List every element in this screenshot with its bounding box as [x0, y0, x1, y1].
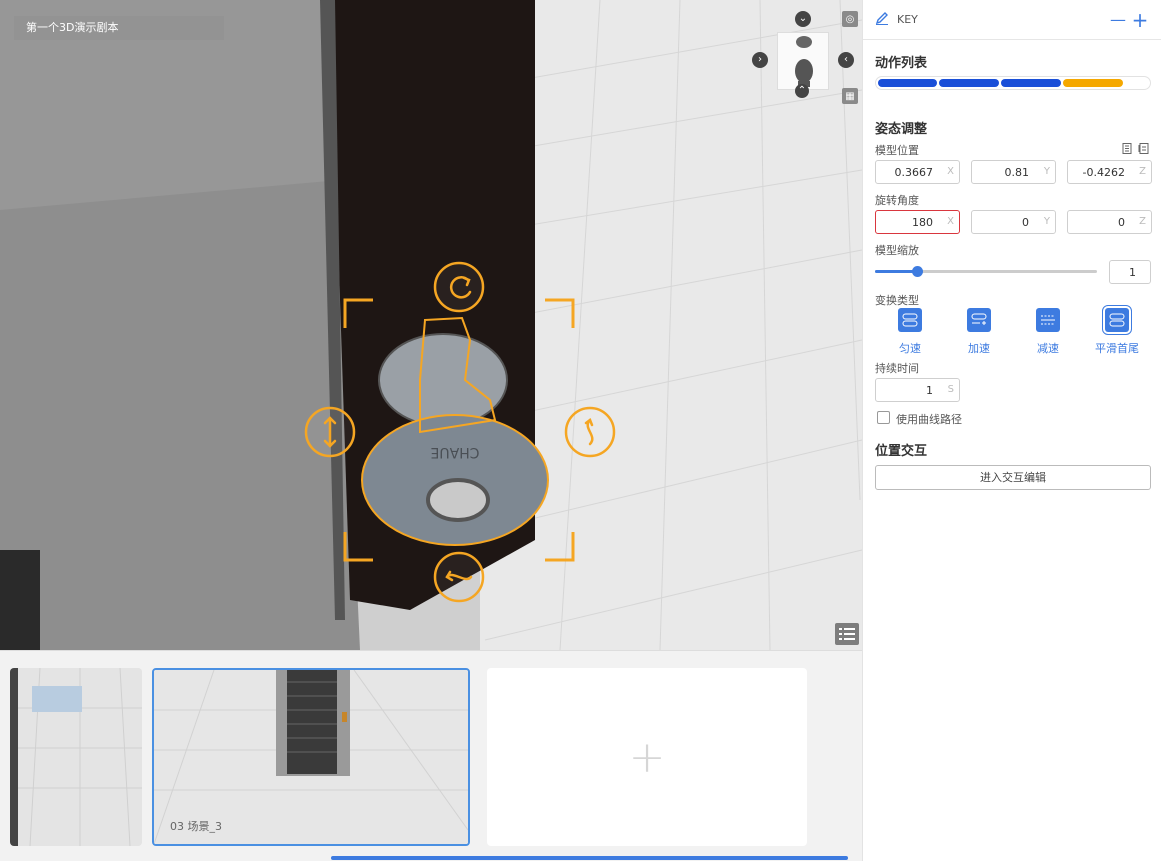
easing-decelerate-icon — [1036, 308, 1060, 332]
scene-preview — [10, 668, 142, 846]
easing-accelerate-option[interactable]: 加速 — [949, 308, 1009, 356]
position-z-value: -0.4262 — [1082, 166, 1125, 179]
rotation-y-input[interactable]: 0 Y — [971, 210, 1056, 234]
rotation-x-input[interactable]: 180 X — [875, 210, 960, 234]
rotation-x-value: 180 — [912, 216, 933, 229]
rotate-handle — [433, 261, 485, 313]
properties-panel: KEY — + 动作列表 姿态调整 模型位置 0.3667 X 0.81 Y -… — [862, 0, 1161, 861]
duration-unit: S — [947, 384, 954, 395]
action-segment[interactable] — [878, 79, 937, 87]
easing-decelerate-label: 减速 — [1037, 342, 1059, 355]
rotation-z-input[interactable]: 0 Z — [1067, 210, 1152, 234]
action-segment[interactable] — [1063, 79, 1123, 87]
scene-thumbnail[interactable] — [10, 668, 142, 846]
paste-icon[interactable] — [1138, 143, 1149, 157]
rotation-y-value: 0 — [1022, 216, 1029, 229]
rotation-z-value: 0 — [1118, 216, 1125, 229]
chevron-left-icon[interactable]: ‹ — [838, 52, 854, 68]
interaction-title: 位置交互 — [875, 444, 928, 459]
scene-thumbnail-active[interactable]: 03 场景_3 — [152, 668, 470, 846]
scene-label: 03 场景_3 — [170, 820, 222, 833]
collapse-button[interactable]: — — [1109, 10, 1127, 29]
action-list-title: 动作列表 — [875, 56, 928, 71]
duration-label: 持续时间 — [875, 362, 919, 375]
view-cube[interactable] — [777, 32, 829, 90]
scene-render: CHAUE — [0, 0, 862, 650]
position-z-input[interactable]: -0.4262 Z — [1067, 160, 1152, 184]
axis-z-label: Z — [1139, 216, 1146, 227]
curve-path-label: 使用曲线路径 — [896, 413, 962, 426]
add-button[interactable]: + — [1131, 8, 1149, 32]
duration-input[interactable]: 1 S — [875, 378, 960, 402]
easing-accelerate-icon — [967, 308, 991, 332]
document-title: 第一个3D演示剧本 — [14, 16, 224, 40]
easing-smooth-label: 平滑首尾 — [1095, 342, 1139, 355]
panel-header: KEY — + — [863, 0, 1161, 40]
axis-x-label: X — [947, 166, 954, 177]
easing-linear-option[interactable]: 匀速 — [880, 308, 940, 356]
easing-label: 变换类型 — [875, 294, 919, 307]
chevron-up-icon[interactable]: ⌃ — [795, 84, 809, 98]
scale-slider-handle[interactable] — [912, 266, 924, 277]
easing-smooth-option[interactable]: 平滑首尾 — [1087, 305, 1147, 356]
copy-icon[interactable] — [1122, 143, 1133, 157]
scale-label: 模型缩放 — [875, 244, 919, 257]
rotation-label: 旋转角度 — [875, 194, 919, 207]
curve-path-checkbox[interactable] — [877, 411, 890, 424]
easing-linear-icon — [898, 308, 922, 332]
grid-toggle-icon[interactable]: ▦ — [842, 88, 858, 104]
action-segment[interactable] — [1001, 79, 1061, 87]
axis-y-label: Y — [1043, 166, 1050, 177]
plus-icon: + — [628, 731, 666, 783]
position-y-input[interactable]: 0.81 Y — [971, 160, 1056, 184]
scale-slider[interactable] — [875, 266, 1097, 277]
easing-smooth-icon — [1102, 305, 1132, 335]
head-orientation-icon — [795, 36, 813, 87]
axis-x-label: X — [947, 216, 954, 227]
axis-y-label: Y — [1043, 216, 1050, 227]
list-menu-icon[interactable] — [835, 623, 859, 645]
object-name: KEY — [897, 13, 918, 26]
easing-accelerate-label: 加速 — [968, 342, 990, 355]
target-icon[interactable]: ◎ — [842, 11, 858, 27]
chevron-right-icon[interactable]: › — [752, 52, 768, 68]
easing-linear-label: 匀速 — [899, 342, 921, 355]
scene-filmstrip: 03 场景_3 + — [0, 650, 862, 861]
position-y-value: 0.81 — [1004, 166, 1030, 179]
position-x-value: 0.3667 — [894, 166, 934, 179]
pose-title: 姿态调整 — [875, 122, 928, 137]
scale-value: 1 — [1129, 266, 1136, 279]
filmstrip-scrollbar[interactable] — [331, 856, 848, 860]
3d-viewport[interactable]: CHAUE 第一个3D演示剧本 ⌄ ◎ › ‹ ⌃ ▦ — [0, 0, 862, 650]
enter-interaction-edit-button[interactable]: 进入交互编辑 — [875, 465, 1151, 490]
axis-z-label: Z — [1139, 166, 1146, 177]
scale-slider-fill — [875, 270, 918, 273]
scale-input[interactable]: 1 — [1109, 260, 1151, 284]
action-segment[interactable] — [939, 79, 999, 87]
duration-value: 1 — [926, 384, 933, 397]
easing-decelerate-option[interactable]: 减速 — [1018, 308, 1078, 356]
chevron-down-icon[interactable]: ⌄ — [795, 11, 811, 27]
position-label: 模型位置 — [875, 144, 919, 157]
action-timeline[interactable] — [875, 76, 1151, 90]
add-scene-button[interactable]: + — [487, 668, 807, 846]
edit-pencil-icon[interactable] — [875, 11, 889, 28]
key-engraving: CHAUE — [431, 444, 480, 460]
position-x-input[interactable]: 0.3667 X — [875, 160, 960, 184]
